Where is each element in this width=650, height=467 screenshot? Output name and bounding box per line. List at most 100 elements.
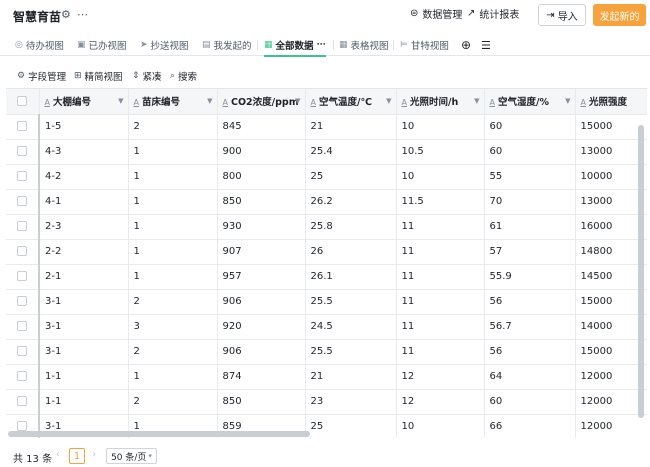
cell-light-intensity[interactable]: 16000 <box>575 214 647 240</box>
cell-light-intensity[interactable]: 14800 <box>575 239 647 265</box>
cell-air-humidity[interactable]: 55.9 <box>484 264 576 290</box>
cell-greenhouse-id[interactable]: 4-2 <box>38 164 129 190</box>
cell-co2[interactable]: 957 <box>217 264 306 290</box>
cell-co2[interactable]: 850 <box>217 389 306 415</box>
launch-new-button[interactable]: 发起新的 <box>593 4 646 26</box>
row-checkbox[interactable] <box>17 121 27 131</box>
column-header[interactable]: A 光照时间/h ▼ <box>396 89 485 115</box>
more-icon[interactable]: ⋯ <box>317 40 326 50</box>
cell-greenhouse-id[interactable]: 1-1 <box>38 364 129 390</box>
cell-air-temp[interactable]: 26.1 <box>305 264 397 290</box>
tab-all-data[interactable]: ▦ 全部数据 ⋯ <box>264 36 326 57</box>
caret-down-icon[interactable]: ▼ <box>207 97 212 105</box>
tab-my-launched[interactable]: ▤ 我发起的 <box>202 36 252 54</box>
field-manage-button[interactable]: ⚙ 字段管理 <box>17 69 66 83</box>
cell-light-intensity[interactable]: 14000 <box>575 314 647 340</box>
compact-button[interactable]: ⇕ 紧凑 <box>132 69 162 83</box>
cell-light-hours[interactable]: 11 <box>396 214 485 240</box>
row-checkbox[interactable] <box>17 321 27 331</box>
row-checkbox[interactable] <box>17 396 27 406</box>
caret-down-icon[interactable]: ▼ <box>118 97 123 105</box>
cell-co2[interactable]: 930 <box>217 214 306 240</box>
cell-light-hours[interactable]: 10 <box>396 414 485 438</box>
column-header[interactable]: A 苗床编号 ▼ <box>128 89 218 115</box>
column-header[interactable]: A 大棚编号 ▼ <box>39 89 129 115</box>
row-checkbox[interactable] <box>17 246 27 256</box>
cell-light-intensity[interactable]: 15000 <box>575 114 647 140</box>
page-number-button[interactable]: 1 <box>69 448 85 464</box>
caret-down-icon[interactable]: ▼ <box>295 97 300 105</box>
cell-air-humidity[interactable]: 56 <box>484 289 576 315</box>
cell-co2[interactable]: 874 <box>217 364 306 390</box>
column-header[interactable]: A 空气温度/℃ ▼ <box>305 89 397 115</box>
more-icon[interactable]: ⋯ <box>77 8 88 21</box>
cell-air-humidity[interactable]: 70 <box>484 189 576 215</box>
cell-seedbed-id[interactable]: 1 <box>128 264 218 290</box>
table-row[interactable]: 4-1 1 850 26.2 11.5 70 13000 <box>6 189 647 215</box>
table-row[interactable]: 3-1 3 920 24.5 11 56.7 14000 <box>6 314 647 340</box>
cell-light-intensity[interactable]: 15000 <box>575 289 647 315</box>
cell-air-humidity[interactable]: 60 <box>484 114 576 140</box>
caret-down-icon[interactable]: ▼ <box>565 97 570 105</box>
cell-air-temp[interactable]: 24.5 <box>305 314 397 340</box>
row-checkbox[interactable] <box>17 196 27 206</box>
cell-air-temp[interactable]: 25.5 <box>305 289 397 315</box>
cell-light-hours[interactable]: 11.5 <box>396 189 485 215</box>
row-checkbox[interactable] <box>17 146 27 156</box>
cell-co2[interactable]: 906 <box>217 289 306 315</box>
table-row[interactable]: 4-3 1 900 25.4 10.5 60 13000 <box>6 139 647 165</box>
cell-air-temp[interactable]: 25.4 <box>305 139 397 165</box>
table-row[interactable]: 2-1 1 957 26.1 11 55.9 14500 <box>6 264 647 290</box>
cell-light-hours[interactable]: 11 <box>396 239 485 265</box>
cell-seedbed-id[interactable]: 3 <box>128 314 218 340</box>
cell-light-intensity[interactable]: 13000 <box>575 189 647 215</box>
cell-light-intensity[interactable]: 12000 <box>575 364 647 390</box>
cell-air-humidity[interactable]: 57 <box>484 239 576 265</box>
cell-air-temp[interactable]: 25 <box>305 414 397 438</box>
cell-air-temp[interactable]: 25.5 <box>305 339 397 365</box>
cell-seedbed-id[interactable]: 1 <box>128 139 218 165</box>
cell-light-hours[interactable]: 12 <box>396 389 485 415</box>
table-row[interactable]: 3-1 2 906 25.5 11 56 15000 <box>6 339 647 365</box>
add-view-icon[interactable]: ⊕ <box>461 36 471 54</box>
caret-down-icon[interactable]: ▼ <box>474 97 479 105</box>
cell-air-temp[interactable]: 26 <box>305 239 397 265</box>
simple-view-button[interactable]: ⊞ 精简视图 <box>74 69 123 83</box>
cell-light-hours[interactable]: 11 <box>396 289 485 315</box>
table-row[interactable]: 4-2 1 800 25 10 55 10000 <box>6 164 647 190</box>
cell-air-humidity[interactable]: 60 <box>484 139 576 165</box>
cell-seedbed-id[interactable]: 1 <box>128 239 218 265</box>
cell-air-humidity[interactable]: 60 <box>484 389 576 415</box>
row-checkbox[interactable] <box>17 346 27 356</box>
table-row[interactable]: 1-5 2 845 21 10 60 15000 <box>6 114 647 140</box>
cell-seedbed-id[interactable]: 1 <box>128 164 218 190</box>
tab-done[interactable]: ▣ 已办视图 <box>77 36 127 54</box>
cell-co2[interactable]: 906 <box>217 339 306 365</box>
cell-light-intensity[interactable]: 10000 <box>575 164 647 190</box>
cell-greenhouse-id[interactable]: 2-3 <box>38 214 129 240</box>
cell-greenhouse-id[interactable]: 4-1 <box>38 189 129 215</box>
select-all-checkbox[interactable] <box>17 96 28 107</box>
tab-todo[interactable]: ◎ 待办视图 <box>15 36 64 54</box>
cell-light-hours[interactable]: 10 <box>396 164 485 190</box>
cell-air-temp[interactable]: 25 <box>305 164 397 190</box>
cell-co2[interactable]: 900 <box>217 139 306 165</box>
cell-greenhouse-id[interactable]: 3-1 <box>38 339 129 365</box>
cell-seedbed-id[interactable]: 2 <box>128 389 218 415</box>
cell-greenhouse-id[interactable]: 3-1 <box>38 289 129 315</box>
tab-cc[interactable]: ➤ 抄送视图 <box>140 36 189 54</box>
cell-light-intensity[interactable]: 12000 <box>575 414 647 438</box>
cell-air-humidity[interactable]: 66 <box>484 414 576 438</box>
tab-gantt-view[interactable]: ⊨ 甘特视图 <box>400 36 449 54</box>
column-header[interactable]: A 空气湿度/% ▼ <box>484 89 576 115</box>
table-row[interactable]: 3-1 2 906 25.5 11 56 15000 <box>6 289 647 315</box>
caret-down-icon[interactable]: ▼ <box>386 97 391 105</box>
cell-light-hours[interactable]: 11 <box>396 314 485 340</box>
tab-table-view[interactable]: ▦ 表格视图 <box>339 36 389 54</box>
row-checkbox[interactable] <box>17 421 27 431</box>
page-size-select[interactable]: 50 条/页 ▾ <box>106 448 157 464</box>
cell-greenhouse-id[interactable]: 1-1 <box>38 389 129 415</box>
cell-light-hours[interactable]: 11 <box>396 339 485 365</box>
row-checkbox[interactable] <box>17 371 27 381</box>
cell-light-intensity[interactable]: 12000 <box>575 389 647 415</box>
